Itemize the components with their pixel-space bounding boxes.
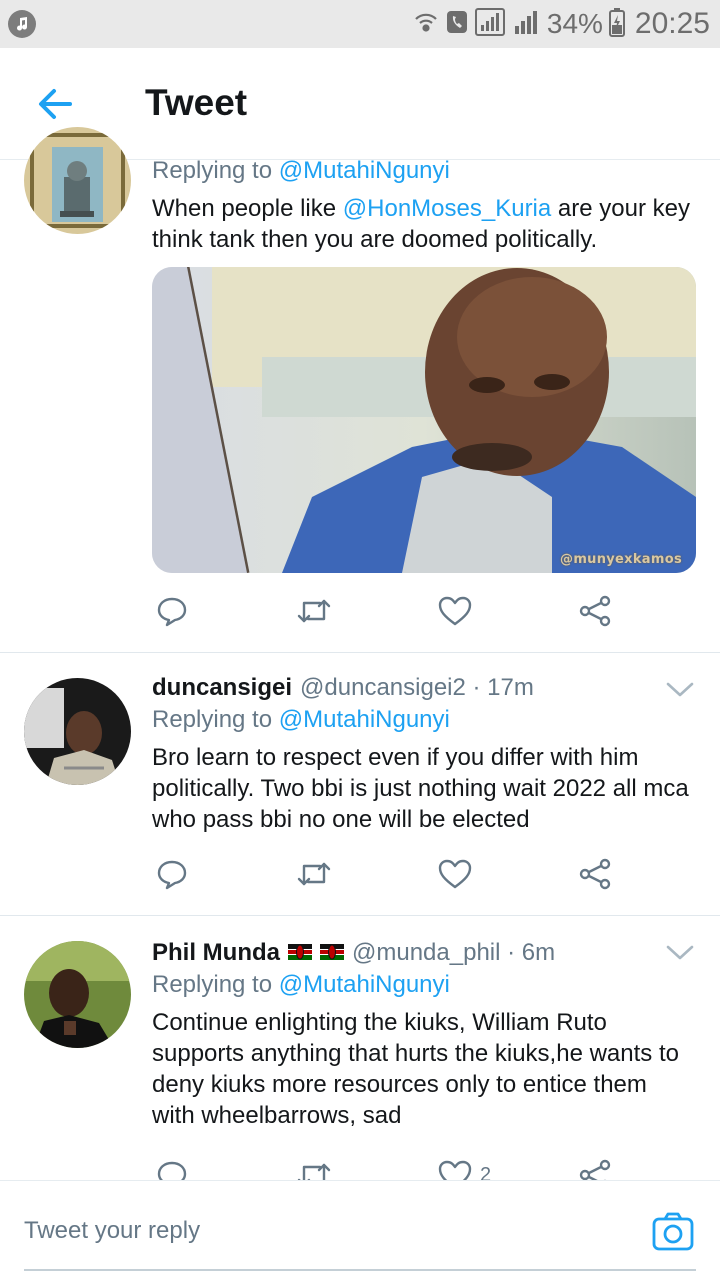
handle-and-time: @munda_phil · 6m bbox=[352, 939, 556, 966]
kenya-flag-icon bbox=[288, 937, 312, 969]
reply-input[interactable]: Tweet your reply bbox=[24, 1217, 200, 1245]
page-title: Tweet bbox=[145, 82, 248, 123]
like-icon[interactable] bbox=[438, 593, 472, 629]
signal-box-icon bbox=[474, 8, 505, 40]
replying-to-label: Replying to bbox=[152, 706, 273, 733]
tweet-item[interactable]: Replying to @MutahiNgunyi When people li… bbox=[0, 127, 720, 653]
retweet-icon[interactable] bbox=[296, 593, 332, 629]
status-bar: 34% 20:25 bbox=[0, 0, 720, 48]
reply-to-link[interactable]: @MutahiNgunyi bbox=[279, 971, 450, 998]
chevron-down-icon[interactable] bbox=[666, 682, 694, 702]
battery-percent: 34% bbox=[546, 8, 603, 39]
replying-to: Replying to @MutahiNgunyi bbox=[152, 155, 696, 187]
handle-and-time: @duncansigei2 · 17m bbox=[300, 674, 534, 701]
tweet-image[interactable]: @munyexkamos bbox=[152, 267, 696, 573]
back-arrow-icon[interactable] bbox=[30, 84, 80, 124]
tweet-text-part: When people like bbox=[152, 195, 343, 222]
clock: 20:25 bbox=[634, 7, 710, 40]
tweet-actions bbox=[152, 593, 632, 633]
tweet-author-row: Phil Munda @munda_phil · 6m bbox=[152, 937, 696, 969]
tweet-text: When people like @HonMoses_Kuria are you… bbox=[152, 193, 696, 255]
avatar[interactable] bbox=[24, 941, 131, 1048]
replying-to: Replying to @MutahiNgunyi bbox=[152, 969, 696, 1001]
like-icon[interactable] bbox=[438, 856, 472, 892]
share-icon[interactable] bbox=[578, 593, 612, 629]
reply-to-link[interactable]: @MutahiNgunyi bbox=[279, 157, 450, 184]
display-name[interactable]: duncansigei bbox=[152, 672, 292, 704]
reply-compose-bar: Tweet your reply bbox=[0, 1180, 720, 1280]
replying-to: Replying to @MutahiNgunyi bbox=[152, 704, 696, 736]
music-notification-icon bbox=[8, 10, 36, 38]
chevron-down-icon[interactable] bbox=[666, 945, 694, 965]
camera-icon[interactable] bbox=[652, 1211, 694, 1253]
cell-signal-icon bbox=[511, 8, 541, 40]
tweet-text: Bro learn to respect even if you differ … bbox=[152, 744, 689, 833]
battery-icon bbox=[608, 7, 625, 41]
reply-icon[interactable] bbox=[156, 593, 188, 629]
replying-to-label: Replying to bbox=[152, 157, 273, 184]
share-icon[interactable] bbox=[578, 856, 612, 892]
image-watermark: @munyexkamos bbox=[560, 552, 682, 567]
avatar[interactable] bbox=[24, 127, 131, 234]
reply-to-link[interactable]: @MutahiNgunyi bbox=[279, 706, 450, 733]
input-underline bbox=[24, 1269, 696, 1271]
phone-call-icon bbox=[445, 9, 469, 39]
tweet-author-row: duncansigei @duncansigei2 · 17m bbox=[152, 672, 696, 704]
replying-to-label: Replying to bbox=[152, 971, 273, 998]
tweet-actions bbox=[152, 856, 632, 896]
tweet-item[interactable]: Phil Munda @munda_phil · 6m Replying to … bbox=[0, 917, 720, 1191]
display-name[interactable]: Phil Munda bbox=[152, 937, 280, 969]
tweet-item[interactable]: duncansigei @duncansigei2 · 17m Replying… bbox=[0, 654, 720, 916]
mention-link[interactable]: @HonMoses_Kuria bbox=[343, 195, 551, 222]
retweet-icon[interactable] bbox=[296, 856, 332, 892]
reply-icon[interactable] bbox=[156, 856, 188, 892]
wifi-calling-icon bbox=[413, 9, 439, 39]
tweet-text: Continue enlighting the kiuks, William R… bbox=[152, 1009, 679, 1129]
avatar[interactable] bbox=[24, 678, 131, 785]
kenya-flag-icon bbox=[320, 937, 344, 969]
